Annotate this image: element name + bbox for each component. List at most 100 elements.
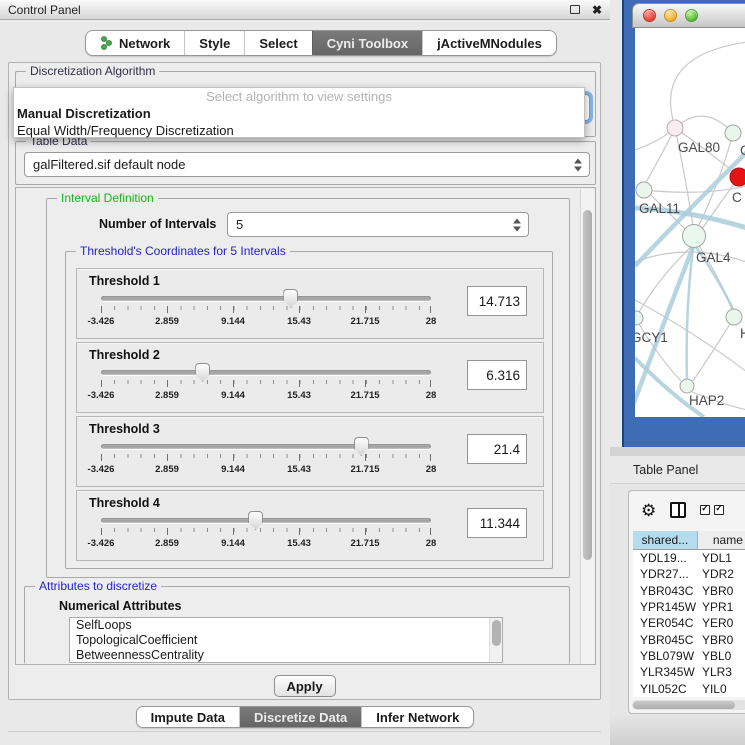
table-row[interactable]: YPR145WYPR1 — [633, 599, 745, 615]
table-data-combobox[interactable]: galFiltered.sif default node — [24, 152, 590, 177]
column-header-shared-name[interactable]: shared... — [633, 531, 698, 549]
threshold-2-slider[interactable] — [101, 370, 431, 375]
tab-style[interactable]: Style — [184, 31, 244, 55]
cell-shared-name[interactable]: YIL052C — [633, 680, 698, 696]
threshold-2-value-field[interactable]: 6.316 — [467, 360, 527, 390]
close-icon[interactable]: ✖ — [592, 4, 602, 16]
table-row[interactable]: YDL19...YDL1 — [633, 550, 745, 566]
cell-name[interactable]: YER0 — [698, 615, 745, 631]
dropdown-placeholder-item[interactable]: Select algorithm to view settings — [14, 88, 584, 105]
network-graph[interactable]: GAL80 GA C GAL11 GAL4 GCY1 H HAP2 — [635, 28, 745, 417]
cell-shared-name[interactable]: YLR345W — [633, 664, 698, 680]
threshold-1-value-field[interactable]: 14.713 — [467, 286, 527, 316]
cell-shared-name[interactable]: YBL079W — [633, 648, 698, 664]
cell-shared-name[interactable]: YBR043C — [633, 583, 698, 599]
interval-definition-group: Interval Definition Number of Intervals … — [46, 198, 570, 578]
scrollbar-thumb[interactable] — [633, 701, 735, 709]
threshold-4-slider[interactable] — [101, 518, 431, 523]
gear-icon[interactable]: ⚙ — [641, 502, 656, 519]
threshold-3-slider[interactable] — [101, 444, 431, 449]
node-selected-red[interactable] — [730, 168, 745, 186]
cell-name[interactable]: YBR0 — [698, 631, 745, 647]
dropdown-option-manual-discretization[interactable]: Manual Discretization — [14, 105, 584, 122]
column-header-name[interactable]: name — [698, 531, 745, 549]
checkbox-icon[interactable] — [700, 505, 710, 515]
cell-name[interactable]: YLR3 — [698, 664, 745, 680]
cell-name[interactable]: YBL0 — [698, 648, 745, 664]
threshold-4-panel: Threshold 4 -3.426 2.859 — [76, 490, 544, 561]
table-row[interactable]: YDR27...YDR2 — [633, 566, 745, 582]
table-row[interactable]: YBL079WYBL0 — [633, 648, 745, 664]
list-item[interactable]: TopologicalCoefficient — [70, 633, 502, 648]
cell-name[interactable]: YDL1 — [698, 550, 745, 566]
tab-impute-data[interactable]: Impute Data — [137, 707, 239, 727]
tab-style-label: Style — [199, 36, 230, 51]
tab-cyni-toolbox-label: Cyni Toolbox — [327, 36, 408, 51]
apply-button[interactable]: Apply — [274, 675, 336, 697]
numerical-attributes-list: SelfLoops TopologicalCoefficient Between… — [69, 617, 503, 663]
list-item[interactable]: SelfLoops — [70, 618, 502, 633]
cell-shared-name[interactable]: YDR27... — [633, 566, 698, 582]
tab-infer-network[interactable]: Infer Network — [361, 707, 473, 727]
tab-cyni-toolbox[interactable]: Cyni Toolbox — [312, 31, 422, 55]
node-gcy1[interactable] — [635, 311, 643, 325]
tick-label: 9.144 — [221, 464, 245, 475]
table-row[interactable]: YBR045CYBR0 — [633, 631, 745, 647]
cell-shared-name[interactable]: YDL19... — [633, 550, 698, 566]
node-partial-top[interactable] — [725, 125, 741, 141]
settings-vertical-scrollbar[interactable] — [580, 189, 594, 665]
cell-name[interactable]: YDR2 — [698, 566, 745, 582]
checkbox-icon[interactable] — [714, 505, 724, 515]
table-row[interactable]: YLR345WYLR3 — [633, 664, 745, 680]
tab-select[interactable]: Select — [244, 31, 311, 55]
slider-tick-labels: -3.426 2.859 9.144 15.43 21.715 28 — [101, 538, 431, 550]
list-item[interactable]: BetweennessCentrality — [70, 648, 502, 663]
threshold-1-slider[interactable] — [101, 296, 431, 301]
node-gal80[interactable] — [667, 120, 683, 136]
node-gal11[interactable] — [636, 182, 652, 198]
control-panel: Control Panel ✖ Network Style Select Cyn… — [0, 0, 610, 745]
slider-tick-labels: -3.426 2.859 9.144 15.43 21.715 28 — [101, 464, 431, 476]
cell-name[interactable]: YBR0 — [698, 583, 745, 599]
threshold-4-value-field[interactable]: 11.344 — [467, 508, 527, 538]
minimize-traffic-light-icon[interactable] — [664, 9, 677, 22]
tab-network[interactable]: Network — [86, 31, 184, 55]
tab-jactivemnodules[interactable]: jActiveMNodules — [422, 31, 556, 55]
table-horizontal-scrollbar[interactable] — [632, 700, 745, 710]
table-row[interactable]: YIL052CYIL0 — [633, 680, 745, 696]
cell-shared-name[interactable]: YBR045C — [633, 631, 698, 647]
dropdown-option-equal-width[interactable]: Equal Width/Frequency Discretization — [14, 122, 584, 139]
attributes-group-label: Attributes to discretize — [35, 579, 161, 593]
panel-divider — [610, 447, 745, 456]
close-traffic-light-icon[interactable] — [643, 9, 656, 22]
table-row[interactable]: YBR043CYBR0 — [633, 583, 745, 599]
cell-shared-name[interactable]: YPR145W — [633, 599, 698, 615]
top-tab-strip: Network Style Select Cyni Toolbox jActiv… — [85, 30, 557, 56]
node-gal4[interactable] — [683, 225, 706, 248]
tick-label: 21.715 — [350, 464, 379, 475]
float-window-icon[interactable] — [570, 5, 580, 14]
cell-name[interactable]: YIL0 — [698, 680, 745, 696]
zoom-traffic-light-icon[interactable] — [685, 9, 698, 22]
threshold-3-value-field[interactable]: 21.4 — [467, 434, 527, 464]
scrollbar-thumb[interactable] — [583, 210, 592, 560]
threshold-2-panel: Threshold 2 -3.426 2.859 — [76, 342, 544, 413]
network-canvas[interactable]: GAL80 GA C GAL11 GAL4 GCY1 H HAP2 — [635, 28, 745, 417]
tick-label: 28 — [426, 464, 437, 475]
split-columns-icon[interactable] — [670, 502, 686, 518]
list-scrollbar[interactable] — [489, 618, 502, 662]
cell-shared-name[interactable]: YER054C — [633, 615, 698, 631]
tab-discretize-data[interactable]: Discretize Data — [239, 707, 361, 727]
network-window-titlebar[interactable] — [632, 3, 745, 28]
node-h[interactable] — [726, 309, 742, 325]
tick-label: 28 — [426, 316, 437, 327]
number-of-intervals-label: Number of Intervals — [99, 217, 216, 231]
network-view-window[interactable]: GAL80 GA C GAL11 GAL4 GCY1 H HAP2 — [622, 0, 745, 447]
tab-discretize-data-label: Discretize Data — [254, 710, 347, 725]
node-hap2[interactable] — [680, 379, 694, 393]
tab-network-label: Network — [119, 36, 170, 51]
table-row[interactable]: YER054CYER0 — [633, 615, 745, 631]
number-of-intervals-combobox[interactable]: 5 — [227, 212, 529, 237]
tick-label: -3.426 — [88, 390, 115, 401]
cell-name[interactable]: YPR1 — [698, 599, 745, 615]
